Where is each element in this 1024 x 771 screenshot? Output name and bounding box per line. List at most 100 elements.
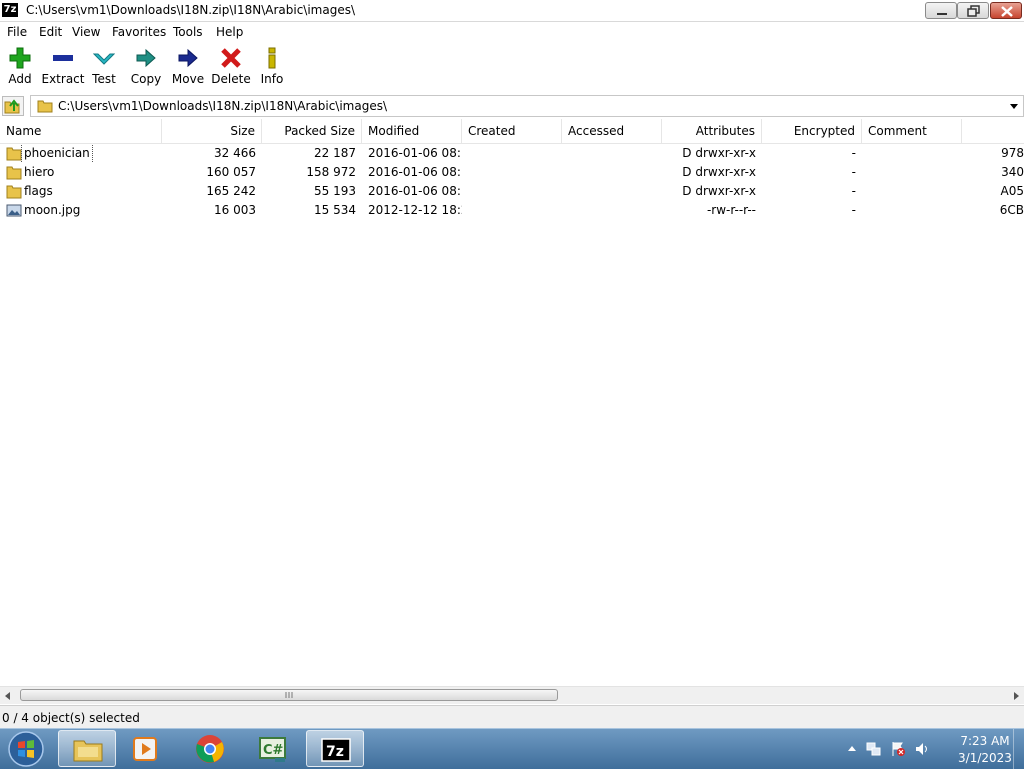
file-packed-size: 158 972 [306, 165, 356, 179]
file-comment [862, 201, 962, 220]
volume-icon[interactable] [914, 741, 930, 757]
grip-icon [285, 692, 293, 698]
minimize-icon [937, 13, 947, 15]
folder-icon [6, 166, 22, 180]
file-modified: 2016-01-06 08:16 [368, 165, 462, 179]
restore-icon [967, 5, 980, 17]
chrome-icon [196, 735, 224, 763]
file-size: 32 466 [214, 146, 256, 160]
taskbar-chrome[interactable] [181, 730, 239, 767]
minimize-button[interactable] [925, 2, 957, 19]
column-attributes[interactable]: Attributes [662, 119, 762, 143]
menu-bar: File Edit View Favorites Tools Help [0, 22, 1024, 42]
file-comment [862, 182, 962, 201]
toolbar: Add Extract Test Copy Move Delete Info [0, 43, 1024, 93]
minus-icon [53, 55, 73, 61]
horizontal-scrollbar[interactable] [0, 686, 1024, 704]
show-hidden-icons-arrow[interactable] [844, 741, 860, 757]
info-button[interactable]: Info [250, 45, 294, 91]
address-input[interactable]: C:\Users\vm1\Downloads\I18N.zip\I18N\Ara… [30, 95, 1024, 117]
file-attributes: D drwxr-xr-x [682, 165, 756, 179]
folder-icon [6, 147, 22, 161]
file-accessed [562, 201, 662, 220]
column-packed-size[interactable]: Packed Size [262, 119, 362, 143]
file-encrypted: - [851, 184, 856, 198]
taskbar-file-explorer[interactable] [58, 730, 116, 767]
network-icon[interactable] [866, 741, 882, 757]
show-desktop-button[interactable] [1013, 729, 1024, 769]
clock-time[interactable]: 7:23 AM [950, 734, 1020, 748]
action-center-icon[interactable] [890, 741, 906, 757]
plus-icon [9, 47, 31, 69]
taskbar: C# 7z 7:23 AM 3/1/2023 [0, 728, 1024, 769]
image-file-icon [6, 204, 22, 217]
info-icon [268, 47, 276, 69]
file-modified: 2012-12-12 18:21 [368, 203, 462, 217]
column-size[interactable]: Size [162, 119, 262, 143]
folder-icon [37, 100, 53, 113]
chevron-down-icon[interactable] [1007, 99, 1021, 113]
menu-edit[interactable]: Edit [39, 25, 62, 39]
table-row[interactable]: hiero 160 057 158 972 2016-01-06 08:16 D… [0, 163, 1024, 182]
column-accessed[interactable]: Accessed [562, 119, 662, 143]
table-row[interactable]: phoenician 32 466 22 187 2016-01-06 08:1… [0, 144, 1024, 163]
scroll-left-icon[interactable] [2, 690, 14, 702]
media-player-icon [133, 737, 157, 761]
status-bar: 0 / 4 object(s) selected [0, 705, 1024, 728]
file-explorer-icon [73, 740, 103, 762]
column-encrypted[interactable]: Encrypted [762, 119, 862, 143]
address-bar: C:\Users\vm1\Downloads\I18N.zip\I18N\Ara… [0, 94, 1024, 118]
window-title: C:\Users\vm1\Downloads\I18N.zip\I18N\Ara… [26, 3, 356, 17]
file-attributes: D drwxr-xr-x [682, 146, 756, 160]
file-crc: 978 [1001, 146, 1024, 160]
close-button[interactable] [990, 2, 1022, 19]
file-attributes: -rw-r--r-- [706, 203, 756, 217]
table-row[interactable]: flags 165 242 55 193 2016-01-06 08:16 D … [0, 182, 1024, 201]
table-row[interactable]: moon.jpg 16 003 15 534 2012-12-12 18:21 … [0, 201, 1024, 220]
file-name: hiero [24, 165, 55, 179]
restore-button[interactable] [957, 2, 989, 19]
taskbar-7zip[interactable]: 7z [306, 730, 364, 767]
close-icon [1001, 6, 1013, 17]
file-crc: A05 [1000, 184, 1024, 198]
7zip-icon: 7z [321, 738, 351, 762]
title-bar: 7z C:\Users\vm1\Downloads\I18N.zip\I18N\… [0, 0, 1024, 22]
column-comment[interactable]: Comment [862, 119, 962, 143]
folder-up-icon [4, 99, 20, 114]
column-created[interactable]: Created [462, 119, 562, 143]
file-packed-size: 22 187 [314, 146, 356, 160]
column-modified[interactable]: Modified [362, 119, 462, 143]
up-folder-button[interactable] [2, 96, 24, 116]
file-encrypted: - [851, 165, 856, 179]
check-icon [93, 53, 115, 65]
taskbar-csharp[interactable]: C# [244, 730, 302, 767]
folder-icon [6, 185, 22, 199]
svg-text:7z: 7z [326, 744, 344, 760]
file-modified: 2016-01-06 08:16 [368, 146, 462, 160]
file-comment [862, 163, 962, 182]
file-accessed [562, 144, 662, 163]
column-name[interactable]: Name [0, 119, 162, 143]
taskbar-media-player[interactable] [117, 730, 175, 767]
file-packed-size: 15 534 [314, 203, 356, 217]
file-created [462, 182, 562, 201]
scroll-right-icon[interactable] [1010, 690, 1022, 702]
address-path: C:\Users\vm1\Downloads\I18N.zip\I18N\Ara… [58, 99, 388, 113]
svg-text:C#: C# [263, 743, 284, 758]
7zip-app-icon[interactable]: 7z [2, 3, 18, 17]
scroll-thumb[interactable] [20, 689, 558, 701]
selection-status: 0 / 4 object(s) selected [2, 711, 140, 725]
clock-date[interactable]: 3/1/2023 [950, 751, 1020, 765]
file-list[interactable]: Name Size Packed Size Modified Created A… [0, 119, 1024, 686]
file-created [462, 163, 562, 182]
menu-view[interactable]: View [72, 25, 100, 39]
file-packed-size: 55 193 [314, 184, 356, 198]
menu-favorites[interactable]: Favorites [112, 25, 166, 39]
start-button[interactable] [6, 730, 46, 768]
system-tray: 7:23 AM 3/1/2023 [840, 729, 1024, 769]
column-crc[interactable] [962, 119, 1024, 143]
menu-help[interactable]: Help [216, 25, 243, 39]
file-encrypted: - [851, 146, 856, 160]
menu-file[interactable]: File [7, 25, 27, 39]
menu-tools[interactable]: Tools [173, 25, 203, 39]
